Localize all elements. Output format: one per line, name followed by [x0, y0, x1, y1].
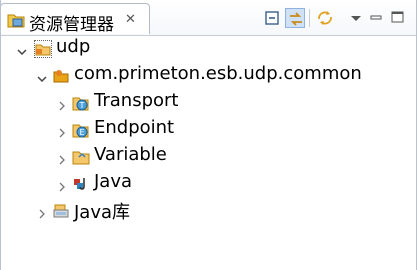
view-tab-bar: 资源管理器 ✕ — [0, 0, 417, 36]
minimize-icon[interactable] — [366, 8, 386, 28]
tree-item-variable[interactable]: Variable — [0, 144, 417, 169]
link-with-editor-icon[interactable] — [285, 8, 305, 28]
tree-item-transport[interactable]: T Transport — [0, 90, 417, 115]
chevron-right-icon[interactable] — [56, 97, 68, 111]
java-source-icon — [72, 175, 90, 193]
chevron-down-icon[interactable] — [36, 70, 48, 83]
svg-text:T: T — [79, 101, 85, 110]
endpoint-folder-icon: E — [72, 121, 90, 139]
view-menu-icon[interactable] — [346, 8, 366, 28]
panel-left-border — [0, 0, 1, 270]
chevron-down-icon[interactable] — [16, 43, 28, 56]
close-icon[interactable]: ✕ — [125, 12, 136, 27]
tree-item-java-library[interactable]: Java库 — [0, 199, 417, 223]
resource-explorer-panel: 资源管理器 ✕ udp com.primeton.esb.udp.common … — [0, 0, 417, 270]
transport-folder-icon: T — [72, 94, 90, 112]
tree-item-package[interactable]: com.primeton.esb.udp.common — [0, 63, 417, 88]
collapse-all-icon[interactable] — [263, 8, 283, 28]
chevron-right-icon[interactable] — [56, 178, 68, 192]
toolbar-separator — [309, 9, 310, 27]
library-icon — [52, 202, 70, 220]
tab-title: 资源管理器 — [29, 15, 114, 35]
tab-resource-explorer[interactable]: 资源管理器 ✕ — [0, 3, 150, 35]
package-icon — [52, 67, 70, 85]
svg-text:E: E — [79, 128, 84, 137]
tree-item-label: Variable — [94, 144, 167, 165]
tree-item-label: Java库 — [74, 202, 131, 223]
sync-icon[interactable] — [315, 8, 335, 28]
tree-item-label: com.primeton.esb.udp.common — [74, 63, 362, 84]
tree-item-label: udp — [56, 36, 91, 57]
maximize-icon[interactable] — [388, 8, 408, 28]
chevron-right-icon[interactable] — [56, 124, 68, 138]
chevron-right-icon[interactable] — [56, 151, 68, 165]
tree-item-label: Java — [94, 171, 133, 192]
tree-item-label: Endpoint — [94, 117, 175, 138]
tree-item-endpoint[interactable]: E Endpoint — [0, 117, 417, 142]
project-folder-icon — [34, 40, 52, 58]
tree-item-udp[interactable]: udp — [0, 36, 417, 61]
tree-item-label: Transport — [94, 90, 179, 111]
variable-folder-icon — [72, 148, 90, 166]
explorer-icon — [7, 12, 25, 28]
chevron-right-icon[interactable] — [36, 205, 48, 219]
tree-item-java[interactable]: Java — [0, 171, 417, 196]
